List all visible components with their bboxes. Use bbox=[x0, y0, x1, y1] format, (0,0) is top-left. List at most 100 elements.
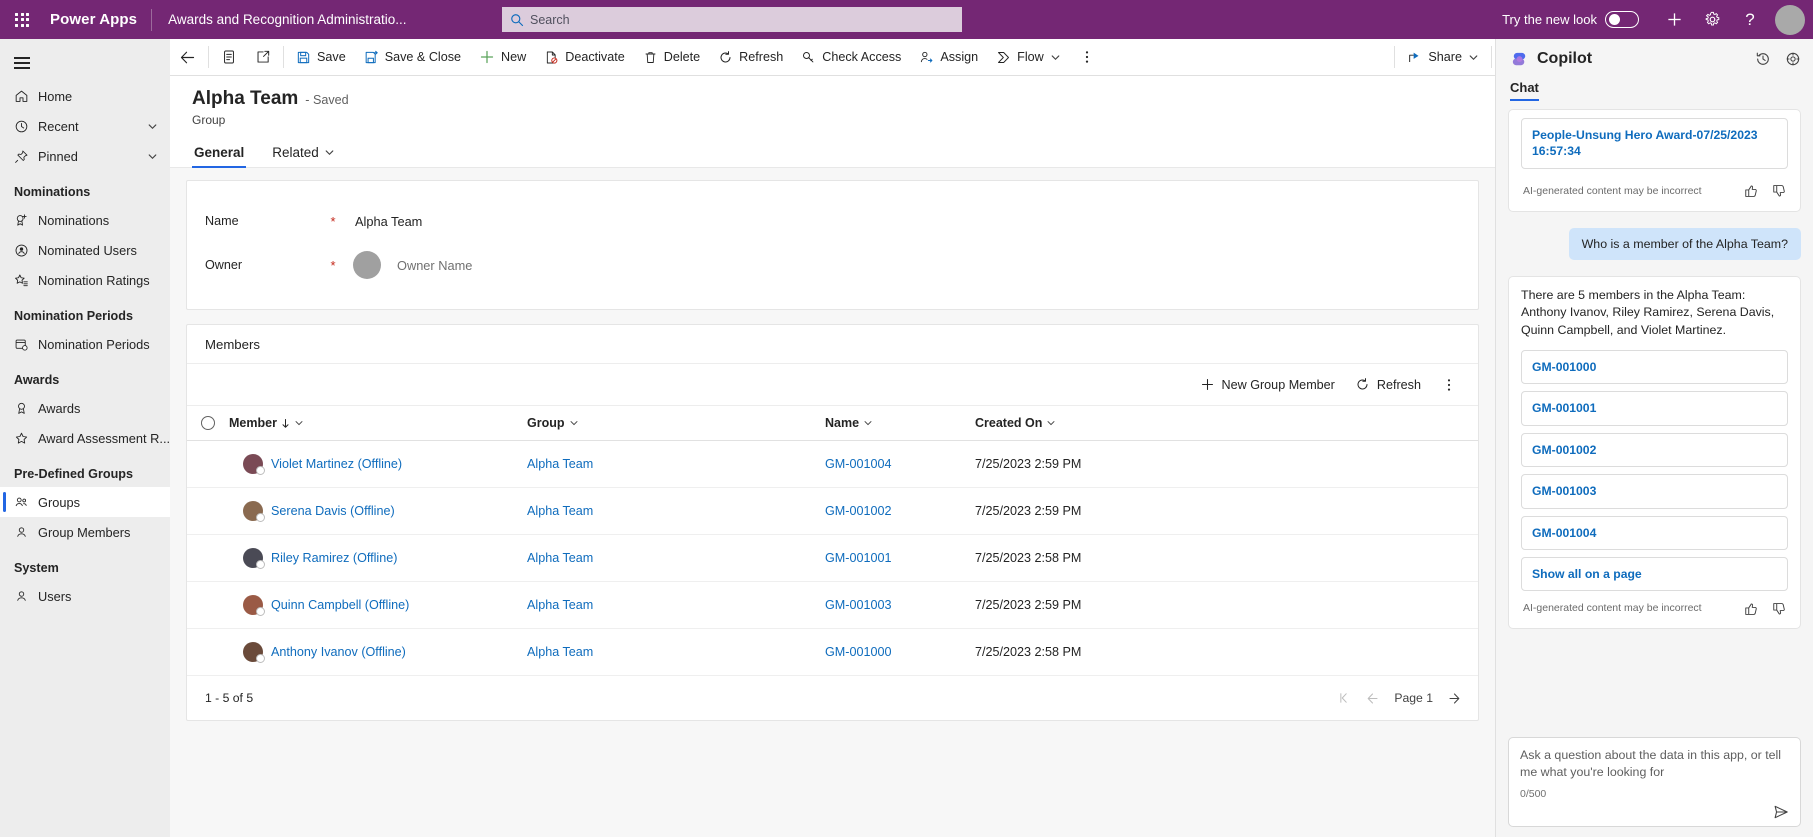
group-link[interactable]: Alpha Team bbox=[527, 551, 593, 565]
table-row[interactable]: Riley Ramirez (Offline) Alpha Team GM-00… bbox=[187, 534, 1478, 582]
copilot-conversation[interactable]: People-Unsung Hero Award-07/25/2023 16:5… bbox=[1496, 101, 1813, 729]
row-select-cell[interactable] bbox=[187, 487, 229, 535]
chevron-down-icon[interactable] bbox=[569, 418, 579, 428]
show-all-on-page-link[interactable]: Show all on a page bbox=[1521, 557, 1788, 592]
member-link[interactable]: Serena Davis (Offline) bbox=[271, 504, 395, 518]
chevron-down-icon[interactable] bbox=[324, 147, 335, 158]
name-cell[interactable]: GM-001003 bbox=[825, 581, 975, 629]
save-and-close-button[interactable]: Save & Close bbox=[355, 39, 470, 76]
brand-title[interactable]: Power Apps bbox=[44, 11, 151, 28]
subgrid-more-icon[interactable] bbox=[1432, 372, 1466, 398]
gear-icon[interactable] bbox=[1693, 0, 1731, 39]
column-header-created-on[interactable]: Created On bbox=[975, 406, 1478, 441]
history-icon[interactable] bbox=[1749, 45, 1777, 73]
group-cell[interactable]: Alpha Team bbox=[527, 534, 825, 582]
sidebar-item-nominated-users[interactable]: Nominated Users bbox=[0, 235, 170, 265]
thumbs-up-icon[interactable] bbox=[1744, 602, 1758, 616]
previous-page-button[interactable] bbox=[1365, 691, 1380, 706]
row-select-cell[interactable] bbox=[187, 581, 229, 629]
delete-button[interactable]: Delete bbox=[634, 39, 709, 76]
record-link[interactable]: GM-001000 bbox=[1521, 349, 1788, 385]
group-cell[interactable]: Alpha Team bbox=[527, 581, 825, 629]
sidebar-item-awards[interactable]: Awards bbox=[0, 393, 170, 423]
sidebar-item-group-members[interactable]: Group Members bbox=[0, 517, 170, 547]
deactivate-button[interactable]: Deactivate bbox=[535, 39, 634, 76]
save-button[interactable]: Save bbox=[287, 39, 355, 76]
record-link[interactable]: GM-001002 bbox=[1521, 432, 1788, 468]
table-row[interactable]: Quinn Campbell (Offline) Alpha Team GM-0… bbox=[187, 581, 1478, 629]
table-row[interactable]: Violet Martinez (Offline) Alpha Team GM-… bbox=[187, 440, 1478, 488]
group-cell[interactable]: Alpha Team bbox=[527, 628, 825, 676]
sidebar-item-nominations[interactable]: Nominations bbox=[0, 205, 170, 235]
record-link[interactable]: GM-001001 bbox=[1521, 391, 1788, 426]
chevron-down-icon[interactable] bbox=[147, 151, 158, 162]
assign-button[interactable]: Assign bbox=[910, 39, 987, 76]
name-cell[interactable]: GM-001002 bbox=[825, 487, 975, 535]
member-cell[interactable]: Riley Ramirez (Offline) bbox=[229, 534, 527, 582]
member-link[interactable]: Quinn Campbell (Offline) bbox=[271, 598, 409, 612]
thumbs-up-icon[interactable] bbox=[1744, 184, 1758, 198]
settings-icon[interactable] bbox=[1779, 45, 1807, 73]
sidebar-item-nomination-periods[interactable]: Nomination Periods bbox=[0, 329, 170, 359]
sidebar-item-award-assessment[interactable]: Award Assessment R... bbox=[0, 423, 170, 453]
copilot-composer[interactable]: Ask a question about the data in this ap… bbox=[1508, 736, 1801, 827]
name-cell[interactable]: GM-001004 bbox=[825, 440, 975, 488]
check-access-button[interactable]: Check Access bbox=[792, 39, 910, 76]
member-cell[interactable]: Anthony Ivanov (Offline) bbox=[229, 628, 527, 676]
member-link[interactable]: Anthony Ivanov (Offline) bbox=[271, 645, 406, 659]
next-page-button[interactable] bbox=[1447, 691, 1462, 706]
table-row[interactable]: Anthony Ivanov (Offline) Alpha Team GM-0… bbox=[187, 628, 1478, 676]
app-name-label[interactable]: Awards and Recognition Administratio... bbox=[152, 12, 406, 27]
back-arrow-icon[interactable] bbox=[170, 39, 205, 76]
chevron-down-icon[interactable] bbox=[294, 418, 304, 428]
name-link[interactable]: GM-001003 bbox=[825, 598, 892, 612]
open-in-new-icon[interactable] bbox=[246, 39, 280, 76]
sidebar-item-groups[interactable]: Groups bbox=[0, 487, 170, 517]
sidebar-item-home[interactable]: Home bbox=[0, 81, 170, 111]
column-header-group[interactable]: Group bbox=[527, 406, 825, 441]
tab-related[interactable]: Related bbox=[270, 141, 337, 167]
group-cell[interactable]: Alpha Team bbox=[527, 440, 825, 488]
more-commands-icon[interactable] bbox=[1070, 39, 1104, 76]
group-cell[interactable]: Alpha Team bbox=[527, 487, 825, 535]
sidebar-item-pinned[interactable]: Pinned bbox=[0, 141, 170, 171]
group-link[interactable]: Alpha Team bbox=[527, 645, 593, 659]
name-link[interactable]: GM-001000 bbox=[825, 645, 892, 659]
group-link[interactable]: Alpha Team bbox=[527, 598, 593, 612]
row-select-cell[interactable] bbox=[187, 534, 229, 582]
name-link[interactable]: GM-001001 bbox=[825, 551, 892, 565]
name-cell[interactable]: GM-001000 bbox=[825, 628, 975, 676]
previous-answer-link[interactable]: People-Unsung Hero Award-07/25/2023 16:5… bbox=[1521, 118, 1788, 169]
column-header-member[interactable]: Member bbox=[229, 406, 527, 441]
row-select-cell[interactable] bbox=[187, 628, 229, 676]
sidebar-item-nomination-ratings[interactable]: Nomination Ratings bbox=[0, 265, 170, 295]
column-header-name[interactable]: Name bbox=[825, 406, 975, 441]
record-link[interactable]: GM-001004 bbox=[1521, 515, 1788, 551]
sitemap-toggle-icon[interactable] bbox=[2, 45, 42, 81]
tab-chat[interactable]: Chat bbox=[1510, 80, 1539, 101]
first-page-button[interactable] bbox=[1337, 691, 1351, 705]
subgrid-refresh-button[interactable]: Refresh bbox=[1346, 372, 1430, 397]
name-link[interactable]: GM-001004 bbox=[825, 457, 892, 471]
plus-icon[interactable] bbox=[1655, 0, 1693, 39]
row-select-cell[interactable] bbox=[187, 440, 229, 488]
new-group-member-button[interactable]: New Group Member bbox=[1191, 372, 1344, 397]
sidebar-item-recent[interactable]: Recent bbox=[0, 111, 170, 141]
search-input[interactable] bbox=[530, 12, 954, 27]
member-cell[interactable]: Serena Davis (Offline) bbox=[229, 487, 527, 535]
form-selector-icon[interactable] bbox=[212, 39, 246, 76]
send-icon[interactable] bbox=[1773, 804, 1789, 820]
select-all-checkbox[interactable] bbox=[201, 416, 215, 430]
app-launcher-icon[interactable] bbox=[0, 0, 44, 39]
group-link[interactable]: Alpha Team bbox=[527, 457, 593, 471]
chevron-down-icon[interactable] bbox=[147, 121, 158, 132]
name-link[interactable]: GM-001002 bbox=[825, 504, 892, 518]
chevron-down-icon[interactable] bbox=[1046, 418, 1056, 428]
user-avatar[interactable] bbox=[1775, 4, 1805, 35]
name-cell[interactable]: GM-001001 bbox=[825, 534, 975, 582]
member-cell[interactable]: Quinn Campbell (Offline) bbox=[229, 581, 527, 629]
chevron-down-icon[interactable] bbox=[1468, 52, 1479, 63]
group-link[interactable]: Alpha Team bbox=[527, 504, 593, 518]
new-look-toggle[interactable] bbox=[1605, 11, 1639, 28]
global-search[interactable] bbox=[502, 7, 962, 32]
